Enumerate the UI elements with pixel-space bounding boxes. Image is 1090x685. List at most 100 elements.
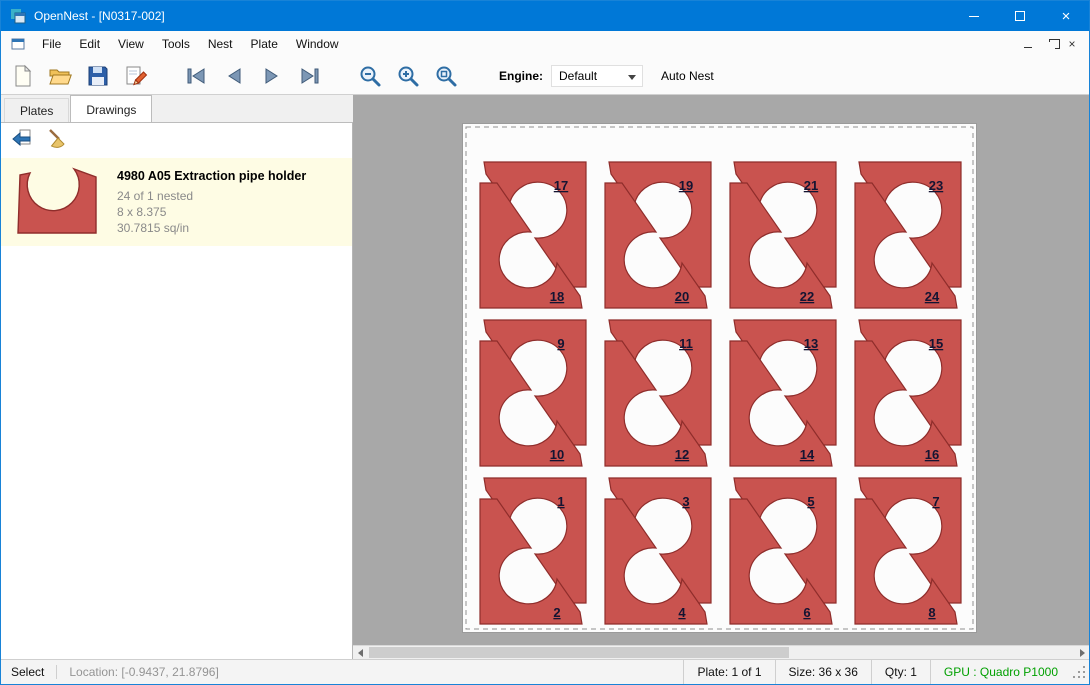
menu-file[interactable]: File <box>33 32 70 56</box>
nav-previous-button[interactable] <box>217 61 251 91</box>
part-number: 21 <box>804 178 818 193</box>
mdi-window-controls: × <box>1017 34 1083 54</box>
window-title: OpenNest - [N0317-002] <box>34 9 165 23</box>
send-to-plate-button[interactable] <box>5 125 37 153</box>
menu-view[interactable]: View <box>109 32 153 56</box>
scroll-right-button[interactable] <box>1075 646 1089 659</box>
nest-pair-9-10[interactable]: 9 10 <box>480 320 586 466</box>
part-number: 13 <box>804 336 818 351</box>
zoom-fit-button[interactable] <box>429 61 463 91</box>
document-window-icon <box>11 37 25 51</box>
nest-pair-5-6[interactable]: 56 <box>730 478 836 624</box>
nav-first-button[interactable] <box>179 61 213 91</box>
mdi-close-button[interactable]: × <box>1061 34 1083 54</box>
part-number: 2 <box>553 605 560 620</box>
nav-last-icon <box>297 65 323 87</box>
menu-edit[interactable]: Edit <box>70 32 109 56</box>
part-thumbnail <box>9 162 105 242</box>
part-number: 9 <box>557 336 564 351</box>
nav-last-button[interactable] <box>293 61 327 91</box>
plate-sheet[interactable]: 171819202122232491011121314151612345678 <box>462 123 977 633</box>
zoom-out-button[interactable] <box>353 61 387 91</box>
nest-pair-19-20[interactable]: 1920 <box>605 162 711 308</box>
menu-tools[interactable]: Tools <box>153 32 199 56</box>
horizontal-scrollbar[interactable] <box>353 645 1089 659</box>
part-number: 14 <box>800 447 815 462</box>
zoom-fit-icon <box>434 64 458 88</box>
app-icon <box>10 8 26 24</box>
mdi-close-icon: × <box>1068 37 1075 51</box>
part-number: 7 <box>932 494 939 509</box>
zoom-in-button[interactable] <box>391 61 425 91</box>
status-mode: Select <box>1 665 56 679</box>
nest-pair-17-18[interactable]: 1718 <box>480 162 586 308</box>
engine-label: Engine: <box>499 69 543 83</box>
close-button[interactable]: × <box>1043 1 1089 31</box>
drawing-list-item[interactable]: 4980 A05 Extraction pipe holder 24 of 1 … <box>1 158 352 246</box>
minimize-button[interactable] <box>951 1 997 31</box>
part-number: 12 <box>675 447 689 462</box>
drawings-panel: 4980 A05 Extraction pipe holder 24 of 1 … <box>1 122 353 659</box>
part-number: 4 <box>678 605 686 620</box>
drawings-panel-toolbar <box>1 123 352 155</box>
menu-nest[interactable]: Nest <box>199 32 242 56</box>
nav-previous-icon <box>221 65 247 87</box>
part-number: 3 <box>682 494 689 509</box>
status-size: Size: 36 x 36 <box>775 660 871 684</box>
nav-next-icon <box>259 65 285 87</box>
part-number: 18 <box>550 289 564 304</box>
engine-select[interactable]: Default <box>551 65 643 87</box>
part-number: 15 <box>929 336 943 351</box>
tab-drawings[interactable]: Drawings <box>70 95 152 122</box>
send-to-plate-arrow-icon <box>9 127 33 151</box>
menu-window[interactable]: Window <box>287 32 348 56</box>
resize-grip[interactable] <box>1071 664 1087 680</box>
mdi-minimize-icon <box>1024 47 1032 48</box>
nest-pair-21-22[interactable]: 2122 <box>730 162 836 308</box>
nav-first-icon <box>183 65 209 87</box>
nest-canvas[interactable]: 171819202122232491011121314151612345678 <box>353 95 1089 659</box>
menu-plate[interactable]: Plate <box>242 32 287 56</box>
left-tabstrip: Plates Drawings <box>1 95 353 122</box>
part-number: 6 <box>803 605 810 620</box>
nest-pair-13-14[interactable]: 13 14 <box>730 320 836 466</box>
status-location: Location: [-0.9437, 21.8796] <box>56 665 230 679</box>
maximize-button[interactable] <box>997 1 1043 31</box>
nest-pair-23-24[interactable]: 23 24 <box>855 162 961 308</box>
part-number: 23 <box>929 178 943 193</box>
new-file-button[interactable] <box>5 61 39 91</box>
drawing-dimensions: 8 x 8.375 <box>117 204 306 220</box>
scroll-right-icon <box>1080 649 1085 657</box>
nest-pair-15-16[interactable]: 1516 <box>855 320 961 466</box>
mdi-minimize-button[interactable] <box>1017 34 1039 54</box>
save-edit-button[interactable] <box>119 61 153 91</box>
status-qty: Qty: 1 <box>871 660 930 684</box>
tab-plates[interactable]: Plates <box>4 98 69 122</box>
open-folder-icon <box>47 64 73 88</box>
part-number: 11 <box>679 336 693 351</box>
part-number: 10 <box>550 447 564 462</box>
status-plate: Plate: 1 of 1 <box>683 660 774 684</box>
nest-pair-3-4[interactable]: 34 <box>605 478 711 624</box>
clean-button[interactable] <box>41 125 73 153</box>
mdi-restore-button[interactable] <box>1039 34 1061 54</box>
part-number: 20 <box>675 289 689 304</box>
nav-next-button[interactable] <box>255 61 289 91</box>
auto-nest-label[interactable]: Auto Nest <box>661 69 714 83</box>
mdi-restore-icon <box>1046 42 1055 50</box>
save-icon <box>86 64 110 88</box>
part-number: 17 <box>554 178 568 193</box>
nest-pair-11-12[interactable]: 11 12 <box>605 320 711 466</box>
save-button[interactable] <box>81 61 115 91</box>
title-bar: OpenNest - [N0317-002] × <box>1 1 1089 31</box>
broom-icon <box>45 127 69 151</box>
zoom-in-icon <box>396 64 420 88</box>
scroll-left-icon <box>358 649 363 657</box>
open-button[interactable] <box>43 61 77 91</box>
drawing-area: 30.7815 sq/in <box>117 220 306 236</box>
scroll-left-button[interactable] <box>353 646 367 659</box>
nest-pair-7-8[interactable]: 78 <box>855 478 961 624</box>
nest-pair-1-2[interactable]: 12 <box>480 478 586 624</box>
scrollbar-thumb[interactable] <box>369 647 789 658</box>
part-number: 24 <box>925 289 940 304</box>
